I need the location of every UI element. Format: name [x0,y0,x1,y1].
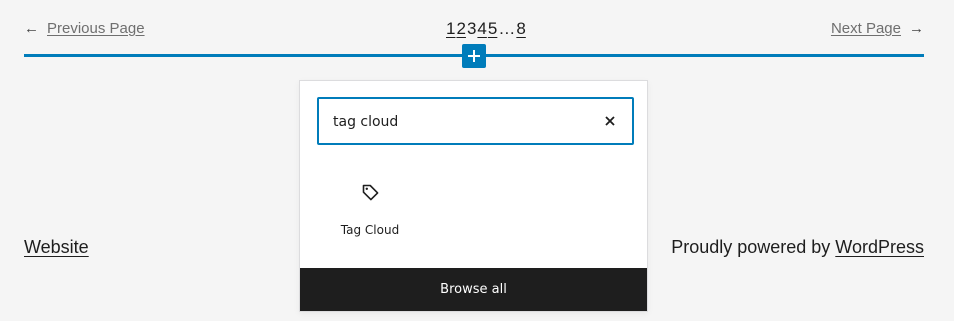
page-ellipsis: … [498,19,516,38]
page-number-2[interactable]: 2 [456,19,465,39]
arrow-left-icon: ← [24,20,39,37]
next-page-link[interactable]: Next Page → [831,20,924,37]
pagination: ← Previous Page 1 2 3 4 5 … 8 Next Page … [24,18,924,44]
page-number-1[interactable]: 1 [446,19,455,39]
block-inserter-popover: tag cloud Tag Cloud Browse all [299,80,648,312]
page-number-5[interactable]: 5 [488,19,497,39]
site-title-link[interactable]: Website [24,237,89,258]
arrow-right-icon: → [909,20,924,37]
tag-icon [362,184,379,201]
browse-all-button[interactable]: Browse all [300,268,647,311]
block-result-tag-cloud[interactable]: Tag Cloud [330,179,410,249]
powered-by-text: Proudly powered by WordPress [671,237,924,258]
page-numbers: 1 2 3 4 5 … 8 [446,19,526,39]
previous-page-label: Previous Page [47,20,145,37]
previous-page-link[interactable]: ← Previous Page [24,20,145,37]
add-block-button[interactable] [462,44,486,68]
next-page-label: Next Page [830,20,901,37]
block-result-label: Tag Cloud [340,223,400,237]
page-number-8[interactable]: 8 [516,19,525,39]
clear-search-button[interactable] [598,109,622,133]
powered-by-prefix: Proudly powered by [671,237,836,257]
wordpress-link[interactable]: WordPress [835,237,924,257]
block-search-input[interactable]: tag cloud [333,114,398,130]
page-number-4[interactable]: 4 [477,19,486,39]
page-number-current: 3 [466,19,477,38]
close-icon [605,116,615,126]
block-search-field[interactable]: tag cloud [317,97,634,145]
plus-icon [468,50,480,62]
